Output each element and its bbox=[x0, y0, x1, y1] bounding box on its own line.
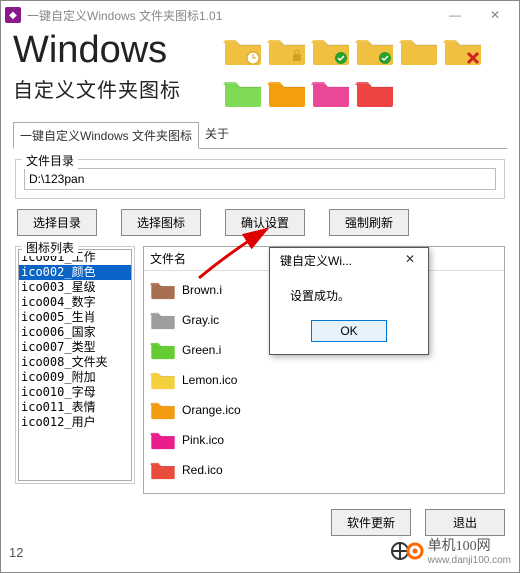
file-name: Brown.i bbox=[182, 283, 222, 297]
minimize-button[interactable]: — bbox=[435, 3, 475, 27]
dir-input[interactable] bbox=[24, 168, 496, 190]
iconlist-item[interactable]: ico009_附加 bbox=[19, 370, 131, 385]
iconlist-item[interactable]: ico004_数字 bbox=[19, 295, 131, 310]
iconlist-item[interactable]: ico003_星级 bbox=[19, 280, 131, 295]
iconlist-legend: 图标列表 bbox=[22, 239, 78, 256]
choose-icon-button[interactable]: 选择图标 bbox=[121, 209, 201, 236]
header-title-cn: 自定义文件夹图标 bbox=[13, 74, 223, 103]
button-row: 选择目录 选择图标 确认设置 强制刷新 bbox=[15, 205, 505, 246]
header-folder-icon bbox=[355, 75, 395, 109]
watermark-logo-icon bbox=[390, 540, 424, 562]
folder-icon bbox=[150, 339, 176, 361]
choose-dir-button[interactable]: 选择目录 bbox=[17, 209, 97, 236]
file-row[interactable]: Pink.ico bbox=[144, 425, 504, 455]
folder-icon bbox=[150, 399, 176, 421]
header-title-en: Windows bbox=[13, 29, 223, 72]
header-folder-icon bbox=[311, 33, 351, 67]
header: Windows 自定义文件夹图标 bbox=[1, 29, 519, 117]
header-folder-icon bbox=[267, 75, 307, 109]
tab-main[interactable]: 一键自定义Windows 文件夹图标 bbox=[13, 122, 199, 149]
watermark-text: 单机100网 bbox=[428, 535, 511, 555]
folder-icon bbox=[150, 279, 176, 301]
file-name: Red.ico bbox=[182, 463, 223, 477]
folder-icon bbox=[150, 429, 176, 451]
titlebar: ◆ 一键自定义Windows 文件夹图标1.01 — ✕ bbox=[1, 1, 519, 29]
iconlist-item[interactable]: ico010_字母 bbox=[19, 385, 131, 400]
header-folder-icon bbox=[267, 33, 307, 67]
folder-icon bbox=[150, 459, 176, 481]
file-row[interactable]: Red.ico bbox=[144, 455, 504, 485]
iconlist-item[interactable]: ico002_颜色 bbox=[19, 265, 131, 280]
update-button[interactable]: 软件更新 bbox=[331, 509, 411, 536]
messagebox: 键自定义Wi... ✕ 设置成功。 OK bbox=[269, 247, 429, 355]
main-panel: 文件目录 选择目录 选择图标 确认设置 强制刷新 图标列表 ico001_工作i… bbox=[1, 149, 519, 504]
confirm-button[interactable]: 确认设置 bbox=[225, 209, 305, 236]
icon-listbox[interactable]: ico001_工作ico002_颜色ico003_星级ico004_数字ico0… bbox=[18, 249, 132, 481]
header-folder-icon bbox=[355, 33, 395, 67]
folder-icon bbox=[150, 369, 176, 391]
iconlist-item[interactable]: ico012_用户 bbox=[19, 415, 131, 430]
page-number: 12 bbox=[9, 545, 23, 560]
iconlist-item[interactable]: ico005_生肖 bbox=[19, 310, 131, 325]
tab-bar: 一键自定义Windows 文件夹图标关于 bbox=[13, 121, 507, 149]
file-row[interactable]: Lemon.ico bbox=[144, 365, 504, 395]
dir-legend: 文件目录 bbox=[22, 152, 78, 169]
app-icon: ◆ bbox=[5, 7, 21, 23]
header-icon-grid bbox=[223, 29, 507, 109]
file-name: Pink.ico bbox=[182, 433, 224, 447]
close-button[interactable]: ✕ bbox=[475, 3, 515, 27]
iconlist-item[interactable]: ico011_表情 bbox=[19, 400, 131, 415]
list-area: 图标列表 ico001_工作ico002_颜色ico003_星级ico004_数… bbox=[15, 246, 505, 494]
watermark: 单机100网 www.danji100.com bbox=[390, 535, 511, 566]
header-folder-icon bbox=[223, 33, 263, 67]
file-name: Lemon.ico bbox=[182, 373, 237, 387]
refresh-button[interactable]: 强制刷新 bbox=[329, 209, 409, 236]
messagebox-ok-button[interactable]: OK bbox=[311, 320, 387, 342]
folder-icon bbox=[150, 309, 176, 331]
messagebox-title: 键自定义Wi... bbox=[280, 252, 398, 269]
file-row[interactable]: Orange.ico bbox=[144, 395, 504, 425]
iconlist-fieldset: 图标列表 ico001_工作ico002_颜色ico003_星级ico004_数… bbox=[15, 246, 135, 484]
file-name: Green.i bbox=[182, 343, 221, 357]
iconlist-item[interactable]: ico006_国家 bbox=[19, 325, 131, 340]
watermark-url: www.danji100.com bbox=[428, 555, 511, 566]
header-folder-icon bbox=[399, 33, 439, 67]
exit-button[interactable]: 退出 bbox=[425, 509, 505, 536]
footer-buttons: 软件更新 退出 bbox=[331, 509, 505, 536]
messagebox-close-button[interactable]: ✕ bbox=[398, 252, 422, 269]
messagebox-message: 设置成功。 bbox=[270, 271, 428, 312]
header-folder-icon bbox=[223, 75, 263, 109]
file-name: Gray.ic bbox=[182, 313, 219, 327]
tab-about[interactable]: 关于 bbox=[199, 121, 235, 148]
iconlist-item[interactable]: ico008_文件夹 bbox=[19, 355, 131, 370]
iconlist-item[interactable]: ico007_类型 bbox=[19, 340, 131, 355]
header-folder-icon bbox=[311, 75, 351, 109]
file-name: Orange.ico bbox=[182, 403, 241, 417]
dir-fieldset: 文件目录 bbox=[15, 159, 505, 199]
header-folder-icon bbox=[443, 33, 483, 67]
window-title: 一键自定义Windows 文件夹图标1.01 bbox=[27, 7, 435, 24]
